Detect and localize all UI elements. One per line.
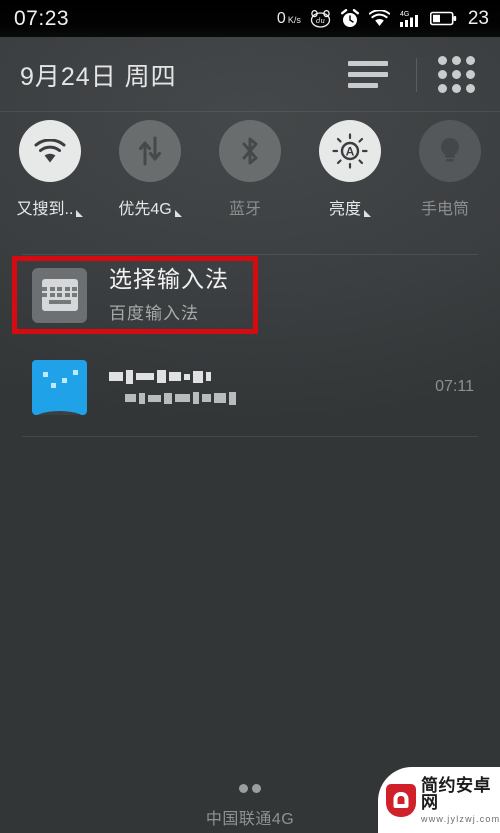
toggle-brightness-label: 亮度 — [328, 201, 361, 218]
watermark-site-name: 简约安卓网 — [421, 775, 491, 812]
wifi-icon — [34, 138, 66, 162]
toggle-bluetooth[interactable]: 蓝牙 — [200, 120, 300, 238]
shade-header: 9月24日 周四 — [0, 37, 500, 112]
hamburger-icon[interactable] — [344, 55, 398, 94]
notification-text — [109, 369, 236, 405]
toggle-flashlight-label-row: 手电筒 — [421, 195, 479, 219]
battery-icon — [429, 11, 457, 26]
svg-text:A: A — [346, 145, 355, 159]
brightness-toggle-circle[interactable]: A — [319, 120, 381, 182]
mobile-data-icon — [139, 136, 161, 166]
android-shield-icon — [386, 783, 416, 817]
notification-input-method[interactable]: 选择输入法 百度输入法 — [0, 258, 500, 332]
header-actions — [344, 53, 478, 96]
baidu-bear-icon: du — [310, 9, 331, 28]
toggle-bluetooth-label: 蓝牙 — [228, 201, 261, 218]
expand-caret-icon[interactable] — [76, 210, 84, 217]
watermark-url: www.jylzwj.com — [421, 813, 500, 824]
expand-caret-icon[interactable] — [174, 210, 182, 217]
app-grid-icon[interactable] — [435, 53, 478, 96]
expand-caret-icon[interactable] — [364, 210, 371, 217]
status-icons: 0 K/s du 4G 23 — [277, 8, 489, 30]
toggle-mobile-data-label: 优先4G — [118, 201, 172, 218]
bluetooth-toggle-circle[interactable] — [219, 120, 281, 182]
mobile-data-toggle-circle[interactable] — [119, 120, 181, 182]
network-speed-unit: K/s — [287, 14, 301, 25]
notification-text: 选择输入法 百度输入法 — [109, 266, 229, 324]
keyboard-icon — [32, 267, 87, 323]
status-bar: 07:23 0 K/s du 4G 23 — [0, 0, 500, 37]
toggle-mobile-data-label-row: 优先4G — [118, 195, 182, 219]
toggle-brightness-label-row: 亮度 — [329, 195, 371, 219]
alarm-clock-icon — [340, 8, 359, 27]
status-clock: 07:23 — [14, 6, 70, 30]
brightness-auto-icon: A — [332, 133, 368, 169]
toggle-mobile-data[interactable]: 优先4G — [100, 120, 200, 238]
svg-text:4G: 4G — [400, 11, 409, 18]
network-speed-value: 0 — [276, 9, 286, 27]
svg-text:du: du — [316, 17, 325, 25]
battery-percent: 23 — [467, 7, 489, 29]
toggle-bluetooth-label-row: 蓝牙 — [229, 195, 271, 219]
toggle-wifi-label: 又搜到.. — [16, 201, 74, 218]
toggle-wifi[interactable]: 又搜到.. — [0, 120, 100, 238]
notification-title: 选择输入法 — [109, 265, 229, 292]
notification-redacted[interactable]: 07:11 — [0, 352, 500, 422]
redacted-title — [109, 369, 236, 384]
toggles-bottom-rule — [22, 254, 478, 255]
quick-toggles: 又搜到.. 优先4G 蓝牙 A 亮度 手电筒 — [0, 120, 500, 238]
header-date: 9月24日 周四 — [20, 62, 177, 91]
site-watermark: 简约安卓网 www.jylzwj.com — [378, 767, 500, 833]
notification-shade: 07:23 0 K/s du 4G 23 9月24日 周四 又搜到.. 优先4G… — [0, 0, 500, 833]
blue-app-icon — [32, 359, 87, 415]
flashlight-icon — [441, 138, 459, 162]
toggle-brightness[interactable]: A 亮度 — [300, 120, 400, 238]
wifi-toggle-circle[interactable] — [19, 120, 81, 182]
header-divider — [416, 57, 417, 92]
notification-subtitle: 百度输入法 — [109, 304, 199, 324]
toggle-flashlight[interactable]: 手电筒 — [400, 120, 500, 238]
toggle-flashlight-label: 手电筒 — [420, 201, 469, 218]
wifi-icon — [368, 10, 390, 26]
toggle-wifi-label-row: 又搜到.. — [17, 195, 84, 219]
network-speed: 0 K/s — [277, 10, 301, 28]
signal-4g-icon: 4G — [399, 11, 418, 27]
shade-drag-handle[interactable] — [237, 780, 263, 793]
redacted-subtitle — [125, 391, 236, 405]
bluetooth-icon — [242, 137, 258, 165]
notifications-bottom-rule — [22, 436, 478, 437]
flashlight-toggle-circle[interactable] — [419, 120, 481, 182]
header-bottom-rule — [0, 111, 500, 112]
notification-time: 07:11 — [435, 378, 474, 395]
